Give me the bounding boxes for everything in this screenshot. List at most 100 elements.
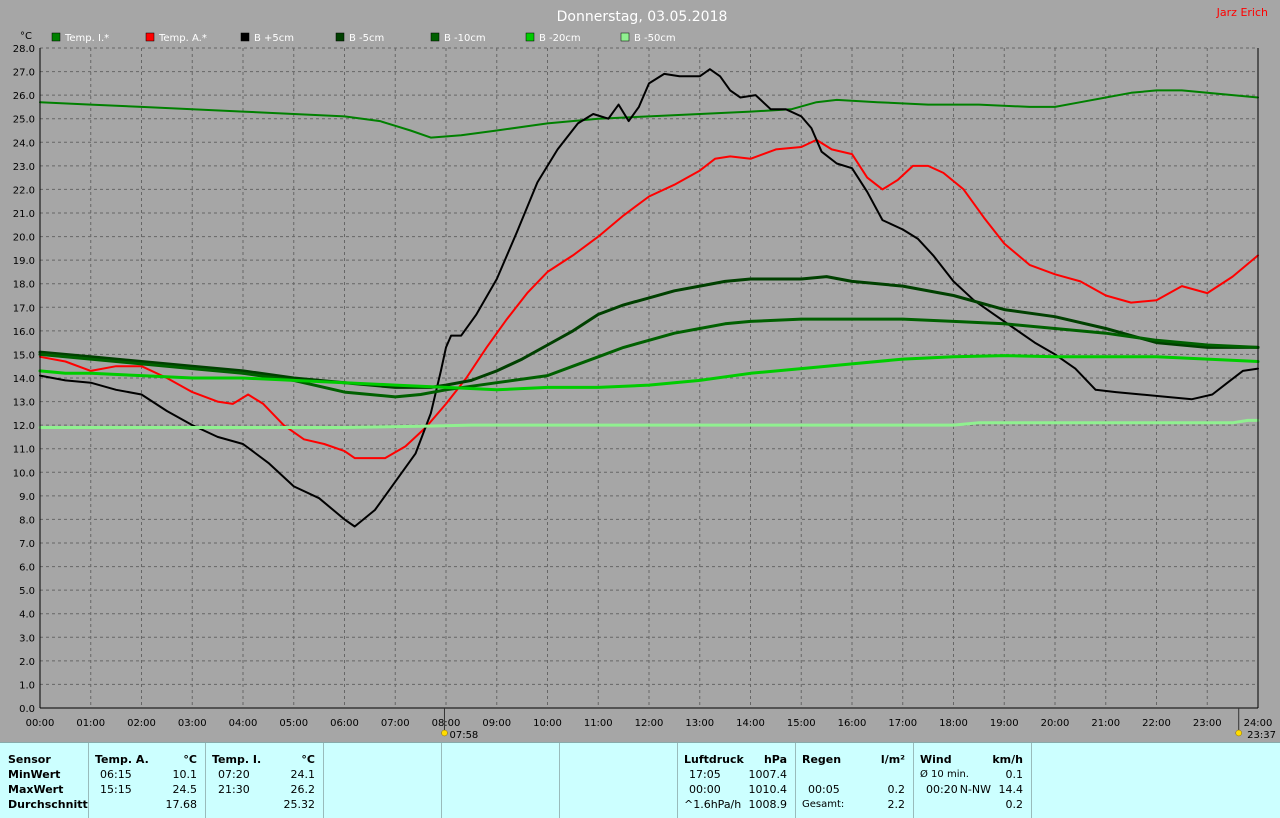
y-tick-label: 4.0 [19, 610, 35, 621]
legend-swatch-5 [525, 32, 535, 42]
pressure-avg-value: 1008.9 [748, 798, 788, 811]
y-tick-label: 17.0 [13, 303, 35, 314]
y-tick-label: 19.0 [13, 256, 35, 267]
pressure-min-time: 17:05 [689, 768, 721, 781]
y-tick-label: 13.0 [13, 398, 35, 409]
empty-column-1 [324, 743, 442, 818]
rain-column: Regen l/m² 00:05 0.2 Gesamt: 2.2 [796, 743, 914, 818]
pressure-max-time: 00:00 [689, 783, 721, 796]
legend-label-1: Temp. A.* [158, 33, 207, 44]
legend-label-6: B -50cm [634, 33, 676, 44]
sensor-column: Sensor MinWert MaxWert Durchschnitt [0, 743, 89, 818]
sunrise-icon-sun [441, 729, 448, 737]
y-tick-label: 10.0 [13, 468, 35, 479]
rain-header: Regen [802, 753, 842, 766]
y-tick-label: 11.0 [13, 445, 35, 456]
x-tick-label: 14:00 [736, 718, 765, 729]
y-tick-label: 12.0 [13, 421, 35, 432]
sunrise-icon [441, 729, 448, 737]
rain-max-value: 0.2 [887, 783, 906, 796]
temp-a-avg-value: 17.68 [165, 798, 198, 811]
legend-label-0: Temp. I.* [64, 33, 109, 44]
legend-label-5: B -20cm [539, 33, 581, 44]
wind-max-direction: N-NW [959, 783, 991, 796]
temp-i-max-value: 26.2 [290, 783, 316, 796]
y-tick-label: 23.0 [13, 162, 35, 173]
author-label: Jarz Erich [1216, 6, 1268, 19]
y-tick-label: 25.0 [13, 115, 35, 126]
temp-a-max-time: 15:15 [100, 783, 132, 796]
wind-unit: km/h [992, 753, 1023, 766]
marker-label-1: 23:37 [1247, 730, 1276, 741]
y-tick-label: 27.0 [13, 68, 35, 79]
pressure-max-value: 1010.4 [748, 783, 788, 796]
y-tick-label: 15.0 [13, 350, 35, 361]
y-tick-label: 16.0 [13, 327, 35, 338]
temp-i-min-time: 07:20 [218, 768, 250, 781]
wind-header: Wind [920, 753, 952, 766]
y-tick-label: 6.0 [19, 563, 35, 574]
pressure-min-value: 1007.4 [748, 768, 788, 781]
legend-swatch-4 [430, 32, 440, 42]
x-tick-label: 24:00 [1244, 718, 1273, 729]
rain-total-label: Gesamt: [802, 799, 845, 810]
legend-swatch-6 [620, 32, 630, 42]
x-tick-label: 03:00 [178, 718, 207, 729]
temp-a-header: Temp. A. [95, 753, 149, 766]
pressure-unit: hPa [763, 753, 787, 766]
y-tick-label: 1.0 [19, 680, 35, 691]
x-tick-label: 07:00 [381, 718, 410, 729]
x-tick-label: 08:00 [432, 718, 461, 729]
x-tick-label: 05:00 [279, 718, 308, 729]
temp-a-unit: °C [183, 753, 197, 766]
sensor-header: Sensor [8, 753, 51, 766]
y-tick-label: 3.0 [19, 633, 35, 644]
temperature-chart: Donnerstag, 03.05.2018 Jarz Erich °C Tem… [0, 0, 1280, 742]
y-tick-label: 2.0 [19, 657, 35, 668]
y-tick-label: 9.0 [19, 492, 35, 503]
legend-label-2: B +5cm [254, 33, 294, 44]
chart-title: Donnerstag, 03.05.2018 [557, 9, 728, 25]
y-tick-label: 28.0 [13, 44, 35, 55]
row-label-min: MinWert [8, 768, 61, 781]
legend-swatch-0 [51, 32, 61, 42]
wind-avg-label: Ø 10 min. [920, 769, 969, 780]
legend-swatch-2 [240, 32, 250, 42]
temp-i-header: Temp. I. [212, 753, 262, 766]
y-tick-label: 20.0 [13, 233, 35, 244]
y-tick-label: 5.0 [19, 586, 35, 597]
x-tick-label: 22:00 [1142, 718, 1171, 729]
wind-max-time: 00:20 [926, 783, 958, 796]
x-tick-label: 19:00 [990, 718, 1019, 729]
legend-swatch-1 [145, 32, 155, 42]
y-tick-label: 21.0 [13, 209, 35, 220]
sunset-icon [1235, 729, 1242, 737]
temp-a-min-time: 06:15 [100, 768, 132, 781]
x-tick-label: 15:00 [787, 718, 816, 729]
pressure-column: Luftdruck hPa 17:05 1007.4 00:00 1010.4 … [678, 743, 796, 818]
y-tick-label: 14.0 [13, 374, 35, 385]
temp-a-column: Temp. A. °C 06:15 10.1 15:15 24.5 17.68 [89, 743, 206, 818]
wind-mean-value: 0.2 [1005, 798, 1024, 811]
temp-i-unit: °C [301, 753, 315, 766]
temp-i-max-time: 21:30 [218, 783, 250, 796]
rain-max-time: 00:05 [808, 783, 840, 796]
x-tick-label: 04:00 [229, 718, 258, 729]
statistics-table: Sensor MinWert MaxWert Durchschnitt Temp… [0, 742, 1280, 818]
empty-column-2 [442, 743, 560, 818]
y-tick-label: 18.0 [13, 280, 35, 291]
y-tick-label: 26.0 [13, 91, 35, 102]
temp-i-column: Temp. I. °C 07:20 24.1 21:30 26.2 25.32 [206, 743, 324, 818]
x-tick-label: 16:00 [838, 718, 867, 729]
x-tick-label: 23:00 [1193, 718, 1222, 729]
wind-avg-value: 0.1 [1005, 768, 1024, 781]
legend-label-3: B -5cm [349, 33, 384, 44]
y-tick-label: 8.0 [19, 515, 35, 526]
wind-column: Wind km/h Ø 10 min. 0.1 00:20 N-NW 14.4 … [914, 743, 1032, 818]
empty-column-3 [560, 743, 678, 818]
x-tick-label: 13:00 [685, 718, 714, 729]
temp-i-min-value: 24.1 [290, 768, 316, 781]
row-label-max: MaxWert [8, 783, 64, 796]
y-tick-label: 7.0 [19, 539, 35, 550]
sunset-icon-sun [1235, 729, 1242, 737]
